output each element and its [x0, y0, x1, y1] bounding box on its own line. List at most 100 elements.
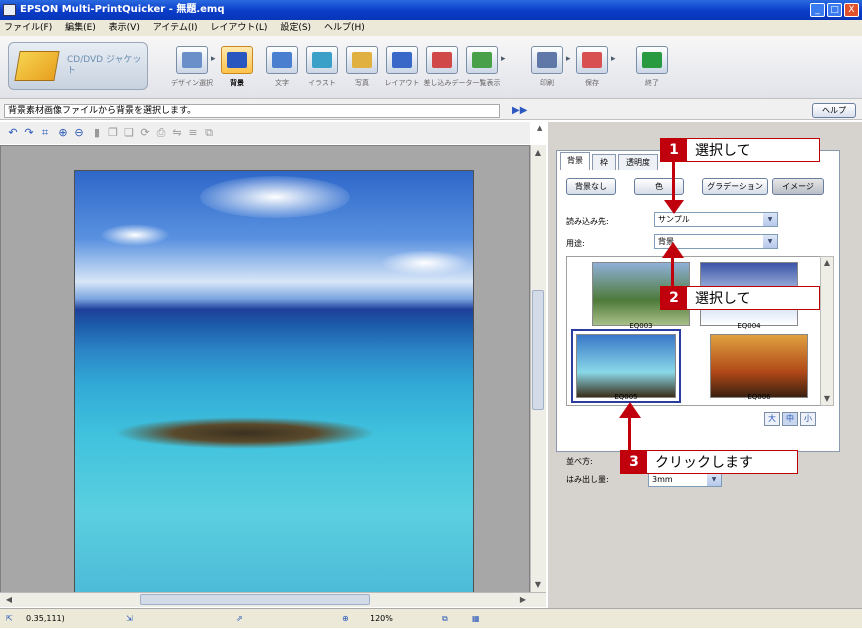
vertical-scroll-thumb[interactable] — [532, 290, 544, 410]
scroll-up-icon[interactable]: ▲ — [820, 256, 834, 270]
menu-settings[interactable]: 設定(S) — [280, 23, 311, 33]
maximize-button[interactable]: □ — [827, 3, 842, 17]
play-icon[interactable]: ▶▶ — [512, 105, 527, 116]
window-title: EPSON Multi-PrintQuicker - 無題.emq — [20, 4, 225, 15]
help-button[interactable]: ヘルプ — [812, 103, 856, 118]
align-icon[interactable]: ≡ — [186, 126, 200, 140]
size-large-button[interactable]: 大 — [764, 412, 780, 426]
callout-arrow-line — [628, 416, 631, 452]
overflow-label: はみ出し量: — [566, 475, 609, 484]
pane-scroll-up-icon[interactable]: ▲ — [537, 124, 546, 134]
rotate-icon[interactable]: ⟳ — [138, 126, 152, 140]
close-button[interactable]: X — [844, 3, 859, 17]
callout-text: クリックします — [655, 455, 753, 471]
gradation-button[interactable]: グラデーション — [702, 178, 768, 195]
toolbar-label: 文字 — [275, 79, 289, 87]
flow-arrow-icon: ▸ — [211, 54, 216, 64]
paste-icon[interactable]: ❏ — [122, 126, 136, 140]
scroll-down-icon[interactable]: ▼ — [820, 392, 834, 406]
no-background-button[interactable]: 背景なし — [566, 178, 616, 195]
overflow-value: 3mm — [652, 475, 673, 484]
overflow-select[interactable]: 3mm ▼ — [648, 472, 722, 487]
design-select-button[interactable] — [176, 46, 208, 74]
toolbar-label: 差し込みデータ一覧表示 — [423, 79, 501, 87]
callout-number: 1 — [661, 139, 687, 161]
menu-layout[interactable]: レイアウト(L) — [210, 23, 267, 33]
thumbnail-eq006[interactable] — [710, 334, 808, 398]
menu-edit[interactable]: 編集(E) — [65, 23, 96, 33]
zoom-in-icon[interactable]: ⊕ — [56, 126, 70, 140]
status-bar: ⇱ 0.35,111) ⇲ ⇗ ⊕ 120% ⧉ ▦ — [0, 608, 862, 628]
redo-icon[interactable]: ↷ — [22, 126, 36, 140]
source-value: サンプル — [658, 215, 690, 224]
menu-help[interactable]: ヘルプ(H) — [324, 23, 365, 33]
copy-icon[interactable]: ❐ — [106, 126, 120, 140]
background-button[interactable] — [221, 46, 253, 74]
tab-background[interactable]: 背景 — [560, 152, 590, 170]
toolbar-label: 写真 — [355, 79, 369, 87]
layout-button[interactable] — [386, 46, 418, 74]
zoom-out-icon[interactable]: ⊖ — [72, 126, 86, 140]
save-button[interactable] — [576, 46, 608, 74]
tab-transparency[interactable]: 透明度 — [618, 154, 658, 170]
callout-step-1: 1 選択して — [660, 138, 820, 162]
data-list-button[interactable] — [466, 46, 498, 74]
minimize-button[interactable]: _ — [810, 3, 825, 17]
tab-frame[interactable]: 枠 — [592, 154, 616, 170]
size-medium-button[interactable]: 中 — [782, 412, 798, 426]
gallery-scrollbar[interactable] — [820, 256, 834, 406]
callout-number: 2 — [661, 287, 687, 309]
photo-button[interactable] — [346, 46, 378, 74]
cloud-shape — [200, 176, 350, 218]
flow-arrow-icon: ▸ — [611, 54, 616, 64]
image-button[interactable]: イメージ — [772, 178, 824, 195]
callout-text: 選択して — [695, 143, 751, 159]
cd-jacket-icon — [14, 51, 60, 81]
scroll-down-icon[interactable]: ▼ — [531, 578, 545, 592]
horizontal-scroll-thumb[interactable] — [140, 594, 370, 605]
thumbnail-caption: EQ004 — [737, 322, 761, 330]
toolbar-label: 印刷 — [540, 79, 554, 87]
thumbnail-caption: EQ005 — [614, 393, 638, 401]
zoom-readout: 120% — [370, 614, 393, 623]
app-icon — [3, 4, 16, 16]
callout-arrow-line — [671, 256, 674, 288]
delete-icon[interactable]: ▮ — [90, 126, 104, 140]
cursor-icon: ⇱ — [6, 614, 13, 623]
menu-item[interactable]: アイテム(I) — [153, 23, 198, 33]
undo-icon[interactable]: ↶ — [6, 126, 20, 140]
toolbar-label: 終了 — [645, 79, 659, 87]
source-label: 読み込み先: — [566, 217, 609, 226]
menu-bar: ファイル(F) 編集(E) 表示(V) アイテム(I) レイアウト(L) 設定(… — [0, 20, 862, 36]
merge-data-button[interactable] — [426, 46, 458, 74]
scroll-left-icon[interactable]: ◀ — [2, 593, 16, 607]
callout-number: 3 — [621, 451, 647, 473]
arrange-icon[interactable]: ⧉ — [202, 126, 216, 140]
color-button[interactable]: 色 — [634, 178, 684, 195]
mode-panel[interactable]: CD/DVD ジャケット — [8, 42, 148, 90]
menu-view[interactable]: 表示(V) — [109, 23, 140, 33]
thumbnail-eq005[interactable] — [571, 329, 681, 403]
instruction-text: 背景素材画像ファイルから背景を選択します。 — [4, 104, 500, 118]
scroll-up-icon[interactable]: ▲ — [531, 146, 545, 160]
crop-icon[interactable]: ⌗ — [38, 126, 52, 140]
source-select[interactable]: サンプル ▼ — [654, 212, 778, 227]
chevron-down-icon[interactable]: ▼ — [763, 235, 777, 248]
text-button[interactable] — [266, 46, 298, 74]
chevron-down-icon[interactable]: ▼ — [707, 473, 721, 486]
menu-file[interactable]: ファイル(F) — [4, 23, 52, 33]
zoom-icon: ⊕ — [342, 614, 349, 623]
print-button[interactable] — [531, 46, 563, 74]
callout-step-3: 3 クリックします — [620, 450, 798, 474]
toolbar-label: イラスト — [308, 79, 336, 87]
print-icon[interactable]: ⎙ — [154, 126, 168, 140]
size-icon: ⇗ — [236, 614, 243, 623]
illustration-button[interactable] — [306, 46, 338, 74]
scroll-right-icon[interactable]: ▶ — [516, 593, 530, 607]
flip-icon[interactable]: ⇋ — [170, 126, 184, 140]
size-small-button[interactable]: 小 — [800, 412, 816, 426]
main-toolbar: CD/DVD ジャケット ▸ ▸ ▸ ▸ デザイン選択 背景 文字 イラスト 写… — [0, 36, 862, 98]
chevron-down-icon[interactable]: ▼ — [763, 213, 777, 226]
exit-button[interactable] — [636, 46, 668, 74]
grid-icon: ▦ — [472, 614, 480, 623]
